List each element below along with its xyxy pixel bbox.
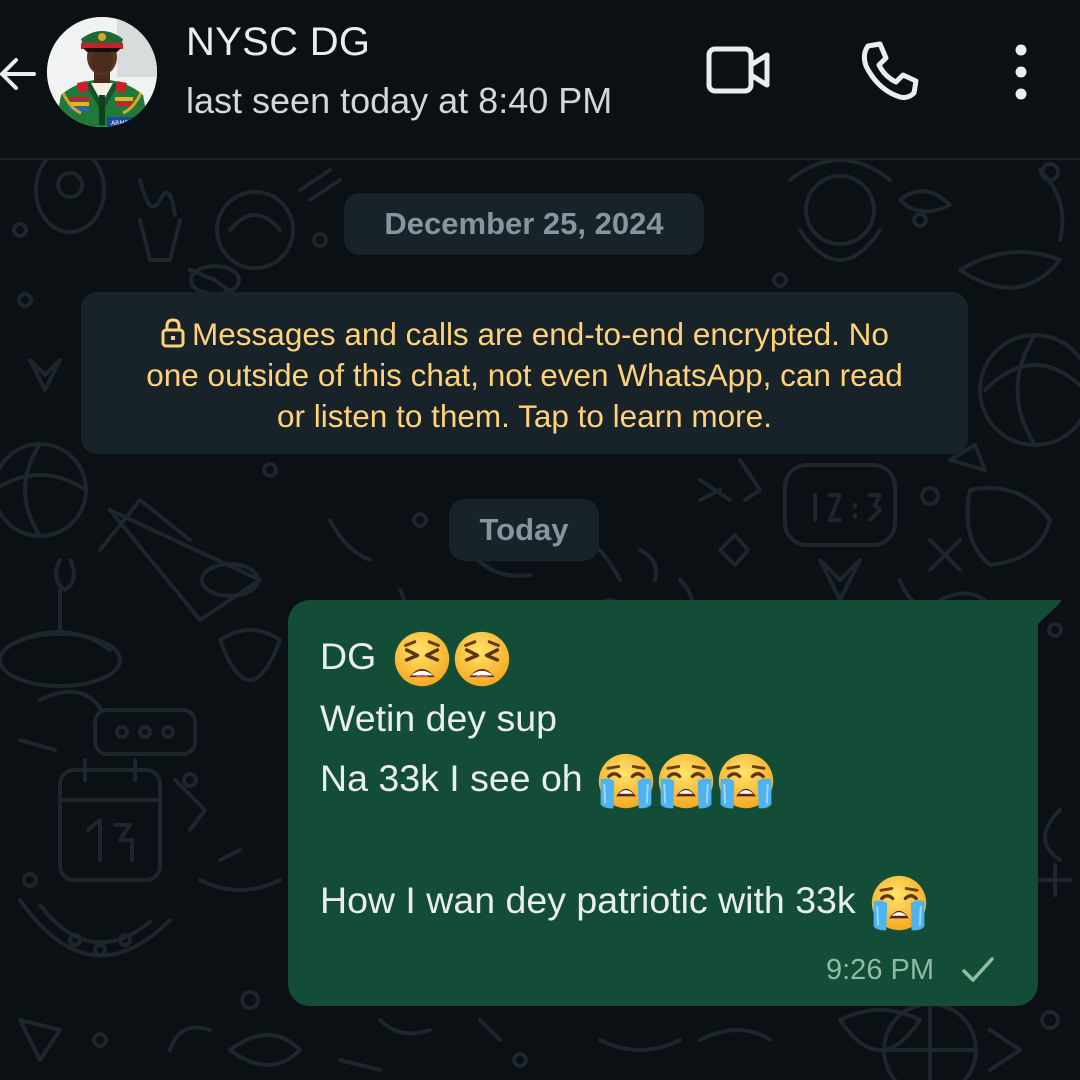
tired-face-emoji-icon	[453, 630, 511, 688]
single-check-icon	[962, 957, 994, 982]
message-line: DG	[320, 626, 511, 686]
message-text: DG	[320, 635, 377, 677]
chat-header: ARMED NYSC DG last seen today at 8:40 PM	[0, 0, 1080, 160]
outgoing-message-bubble[interactable]: DG Wetin dey sup Na 33k I see oh How I w…	[288, 600, 1038, 1006]
message-text: How I wan dey patriotic with 33k	[320, 879, 856, 921]
svg-text:ARMED: ARMED	[111, 120, 133, 127]
bubble-tail	[1036, 600, 1061, 624]
chat-screen: ARMED NYSC DG last seen today at 8:40 PM	[0, 0, 1080, 1080]
today-chip: Today	[449, 499, 599, 561]
arrow-left-icon[interactable]	[0, 44, 40, 104]
message-line: How I wan dey patriotic with 33k	[320, 870, 928, 930]
phone-icon[interactable]	[858, 40, 920, 102]
lock-icon	[161, 318, 185, 348]
avatar[interactable]: ARMED	[47, 17, 157, 127]
message-line: Na 33k I see oh	[320, 748, 775, 808]
encryption-line-2: one outside of this chat, not even Whats…	[146, 357, 903, 393]
loudly-crying-face-emoji-icon	[870, 874, 928, 932]
contact-name[interactable]: NYSC DG	[186, 20, 370, 65]
encryption-notice[interactable]: Messages and calls are end-to-end encryp…	[81, 292, 968, 454]
message-timestamp: 9:26 PM	[826, 954, 934, 986]
video-call-icon[interactable]	[705, 43, 771, 99]
last-seen-status: last seen today at 8:40 PM	[186, 80, 613, 121]
encryption-line-1: Messages and calls are end-to-end encryp…	[192, 316, 889, 352]
loudly-crying-face-emoji-icon	[597, 752, 655, 810]
message-text: Na 33k I see oh	[320, 757, 583, 799]
tired-face-emoji-icon	[393, 630, 451, 688]
contact-photo: ARMED	[47, 17, 157, 127]
message-text: Wetin dey sup	[320, 697, 557, 739]
more-vertical-icon[interactable]	[1001, 42, 1041, 102]
date-chip: December 25, 2024	[344, 193, 704, 255]
loudly-crying-face-emoji-icon	[717, 752, 775, 810]
chat-area[interactable]: December 25, 2024 Messages and calls are…	[0, 160, 1080, 1080]
message-line: Wetin dey sup	[320, 688, 557, 748]
encryption-line-3: or listen to them. Tap to learn more.	[277, 398, 772, 434]
loudly-crying-face-emoji-icon	[657, 752, 715, 810]
